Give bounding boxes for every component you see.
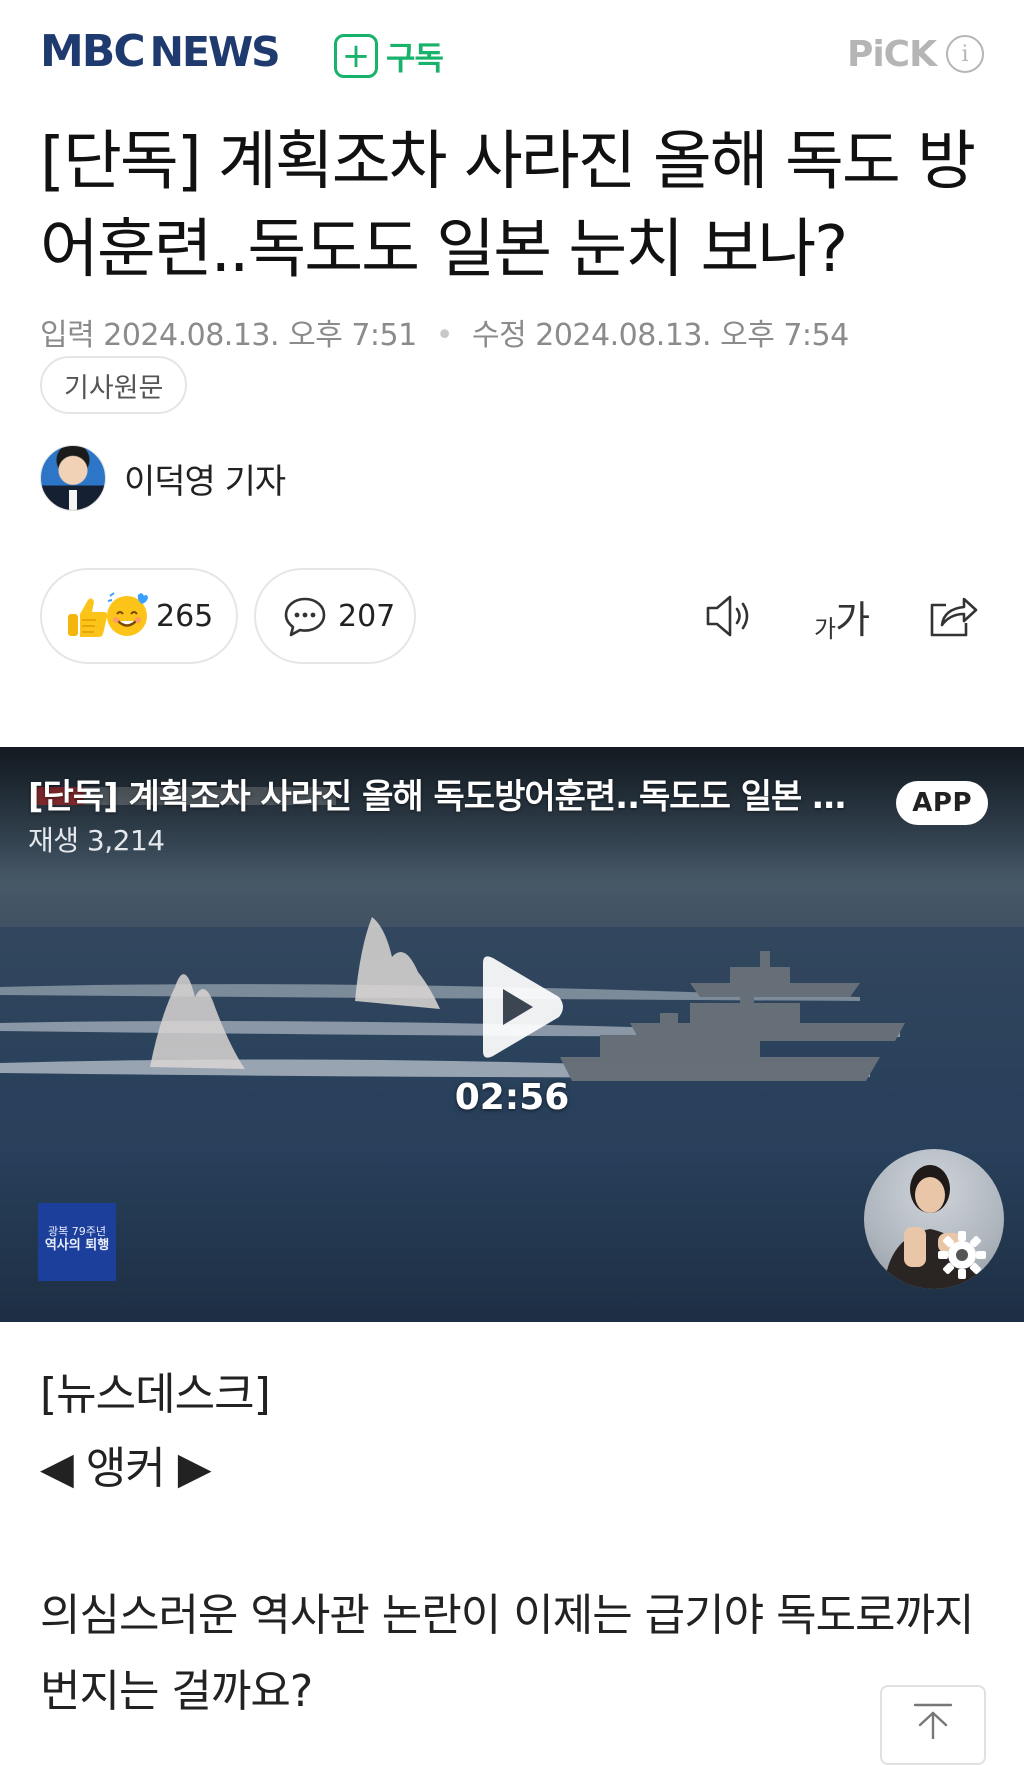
- published-date: 2024.08.13. 오후 7:51: [103, 318, 417, 353]
- program-logo: 광복 79주년 역사의 퇴행: [38, 1203, 116, 1281]
- anchor-label: ◀ 앵커 ▶: [40, 1443, 212, 1494]
- subscribe-label: 구독: [386, 39, 444, 77]
- video-view-count: 재생 3,214: [28, 824, 165, 857]
- logo-mbc-text: MBC: [40, 26, 146, 77]
- font-size-small-glyph: 가: [813, 614, 836, 643]
- reporter-avatar: [40, 445, 106, 511]
- reporter-name: 이덕영 기자: [124, 461, 286, 502]
- share-button[interactable]: [920, 584, 984, 648]
- reporter-info[interactable]: 이덕영 기자: [40, 445, 286, 511]
- article-headline: [단독] 계획조차 사라진 올해 독도 방어훈련..독도도 일본 눈치 보나?: [40, 125, 976, 287]
- font-size-icon: 가 가: [813, 589, 870, 644]
- article-paragraph: 의심스러운 역사관 논란이 이제는 급기야 독도로까지 번지는 걸까요?: [40, 1590, 975, 1717]
- comment-count: 207: [338, 598, 396, 634]
- info-circle-icon[interactable]: i: [946, 35, 984, 73]
- speaker-icon: [706, 595, 749, 637]
- modified-label: 수정: [472, 318, 527, 353]
- program-logo-line2: 역사의 퇴행: [44, 1238, 110, 1253]
- text-to-speech-button[interactable]: [698, 584, 762, 648]
- reaction-count: 265: [156, 598, 214, 634]
- thumbs-up-emoji-icon: [66, 588, 154, 644]
- font-size-button[interactable]: 가 가: [806, 584, 876, 648]
- plus-square-icon: +: [334, 34, 378, 78]
- logo-news-text: NEWS: [149, 28, 281, 76]
- scroll-top-button[interactable]: [880, 1685, 986, 1765]
- comments-button[interactable]: 207: [254, 568, 416, 664]
- pick-label: PiCK: [846, 33, 937, 75]
- scroll-top-icon: [913, 1703, 953, 1739]
- gear-icon[interactable]: [936, 1229, 988, 1281]
- meta-separator: •: [435, 318, 454, 353]
- video-title: [단독] 계획조차 사라진 올해 독도방어훈련..독도도 일본 눈치 보나?: [28, 777, 868, 817]
- section-tag: [뉴스데스크]: [40, 1369, 271, 1420]
- video-duration: 02:56: [454, 1077, 570, 1118]
- reactions-button[interactable]: 265: [40, 568, 238, 664]
- mbc-news-logo[interactable]: MBC NEWS: [40, 26, 281, 77]
- article-meta: 입력 2024.08.13. 오후 7:51 • 수정 2024.08.13. …: [40, 310, 849, 354]
- play-icon[interactable]: [471, 953, 567, 1061]
- speech-bubble-icon: [284, 597, 326, 637]
- subscribe-button[interactable]: + 구독: [334, 31, 444, 81]
- font-size-big-glyph: 가: [835, 597, 870, 642]
- video-player[interactable]: [단독] 계획조차 사라진 올해 독도방어훈련..독도도 일본 눈치 보나? 재…: [0, 747, 1024, 1322]
- modified-date: 2024.08.13. 오후 7:54: [535, 318, 849, 353]
- smiling-face-icon: [107, 592, 148, 636]
- open-in-app-button[interactable]: APP: [896, 781, 988, 825]
- share-icon: [930, 597, 978, 637]
- original-article-button[interactable]: 기사원문: [40, 356, 188, 414]
- pick-badge[interactable]: PiCK i: [847, 32, 984, 76]
- published-label: 입력: [40, 318, 95, 353]
- program-logo-line1: 광복 79주년: [48, 1225, 106, 1238]
- top-header: MBC NEWS + 구독 PiCK i: [0, 0, 1024, 110]
